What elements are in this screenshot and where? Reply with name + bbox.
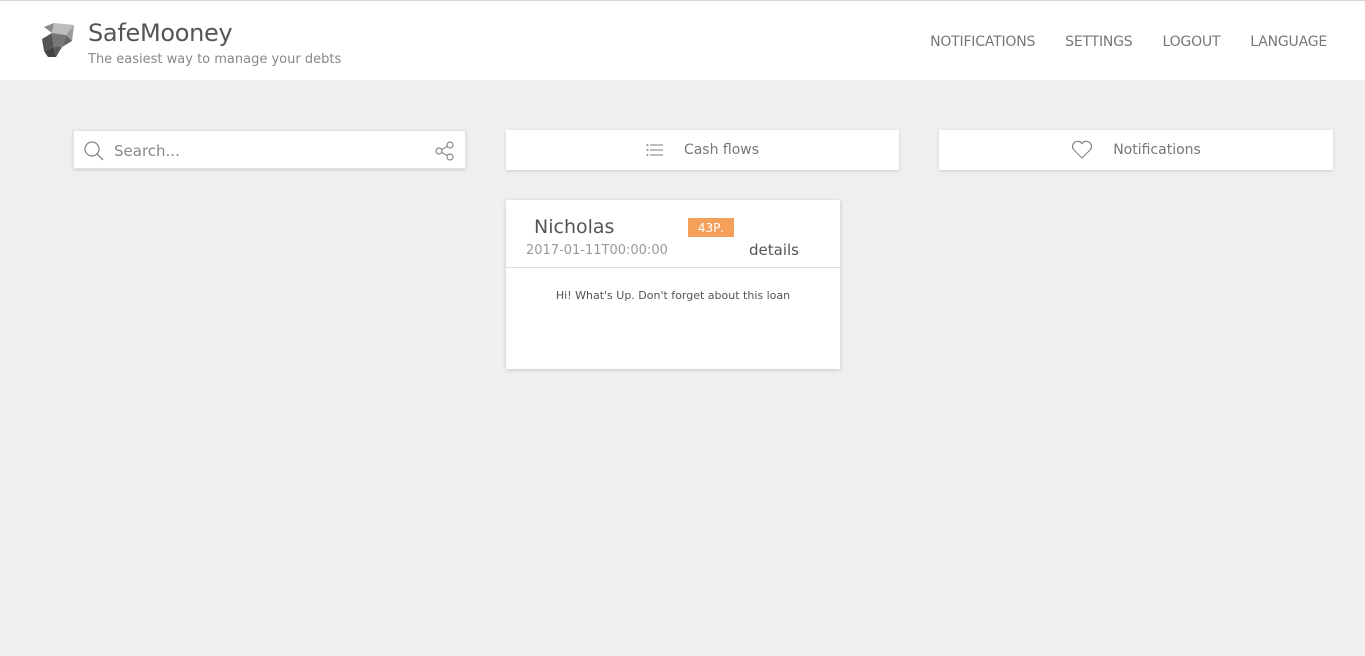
app-header: SafeMooney The easiest way to manage you… — [0, 0, 1365, 80]
nav-language[interactable]: LANGUAGE — [1250, 34, 1327, 50]
search-bar — [73, 130, 466, 169]
notifications-button[interactable]: Notifications — [939, 130, 1333, 170]
search-icon — [84, 141, 104, 161]
notifications-label: Notifications — [1113, 142, 1201, 158]
cash-flows-label: Cash flows — [683, 142, 760, 158]
brand-subtitle: The easiest way to manage your debts — [88, 52, 342, 67]
list-icon — [646, 144, 663, 156]
debt-card: Nicholas 43Р. 2017-01-11T00:00:00 detail… — [506, 200, 840, 369]
cash-flows-button[interactable]: Cash flows — [506, 130, 899, 170]
logo-icon — [42, 23, 74, 57]
amount-badge: 43Р. — [688, 218, 734, 237]
debtor-name: Nicholas — [534, 216, 615, 238]
top-nav: NOTIFICATIONS SETTINGS LOGOUT LANGUAGE — [900, 34, 1327, 50]
brand-title: SafeMooney — [88, 19, 233, 47]
nav-settings[interactable]: SETTINGS — [1065, 34, 1133, 50]
share-icon[interactable] — [435, 141, 455, 161]
debt-date: 2017-01-11T00:00:00 — [526, 243, 668, 258]
search-input[interactable] — [114, 139, 424, 163]
details-link[interactable]: details — [749, 241, 799, 259]
card-message: Hi! What's Up. Don't forget about this l… — [555, 289, 791, 302]
heart-icon — [1072, 140, 1093, 159]
nav-notifications[interactable]: NOTIFICATIONS — [930, 34, 1035, 50]
card-divider — [506, 267, 840, 268]
nav-logout[interactable]: LOGOUT — [1163, 34, 1221, 50]
